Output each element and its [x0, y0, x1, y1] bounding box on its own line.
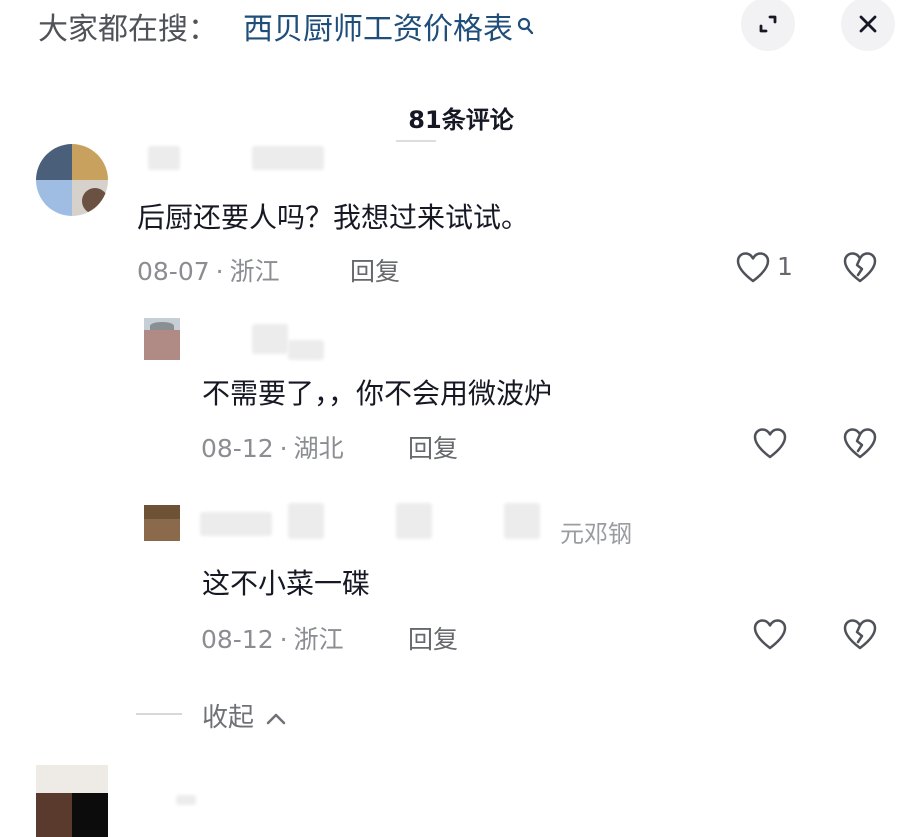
collapse-replies-button[interactable]: 收起 — [202, 697, 288, 734]
reply-location: 浙江 — [293, 625, 344, 654]
heart-icon — [753, 619, 787, 650]
heart-icon — [753, 428, 787, 459]
chevron-up-icon — [267, 713, 286, 724]
username-redacted[interactable] — [252, 324, 288, 354]
like-count: 1 — [777, 252, 793, 281]
heart-icon — [736, 252, 770, 283]
like-button[interactable] — [752, 617, 788, 653]
reply-to-username[interactable]: 元邓钢 — [560, 514, 632, 549]
reply-location: 湖北 — [293, 434, 344, 463]
username-redacted[interactable] — [148, 146, 180, 170]
reply-button[interactable]: 回复 — [350, 252, 400, 288]
trending-search-term[interactable]: 西贝厨师工资价格表 — [243, 4, 534, 48]
meta-separator: · — [279, 434, 288, 463]
reply-button[interactable]: 回复 — [408, 429, 458, 465]
expand-icon — [759, 15, 777, 33]
username-redacted[interactable] — [200, 512, 272, 536]
like-button[interactable]: 1 — [735, 250, 799, 286]
avatar[interactable] — [36, 765, 108, 837]
divider — [136, 713, 182, 715]
reply-date: 08-12 — [201, 625, 274, 654]
expand-button[interactable] — [741, 0, 795, 51]
search-icon[interactable] — [517, 10, 534, 35]
username-redacted — [504, 503, 540, 539]
username-redacted — [396, 503, 432, 539]
broken-heart-icon — [843, 619, 877, 650]
divider — [396, 140, 436, 142]
avatar[interactable] — [36, 144, 108, 216]
trending-search-prefix: 大家都在搜： — [38, 12, 218, 47]
trending-search-term-text[interactable]: 西贝厨师工资价格表 — [243, 12, 513, 47]
dislike-button[interactable] — [842, 617, 878, 653]
username-redacted — [252, 146, 324, 170]
username-redacted[interactable] — [176, 795, 196, 805]
username-redacted — [288, 503, 324, 539]
close-icon — [859, 15, 877, 33]
reply-date: 08-12 — [201, 434, 274, 463]
comment-text: 后厨还要人吗？我想过来试试。 — [137, 201, 530, 234]
reply-meta: 08-12 · 湖北 — [201, 429, 344, 465]
close-button[interactable] — [841, 0, 895, 51]
meta-separator: · — [279, 625, 288, 654]
comment-date: 08-07 — [137, 257, 210, 286]
broken-heart-icon — [843, 428, 877, 459]
collapse-label: 收起 — [202, 703, 255, 733]
reply-button[interactable]: 回复 — [408, 620, 458, 656]
broken-heart-icon — [843, 252, 877, 283]
reply-meta: 08-12 · 浙江 — [201, 620, 344, 656]
comment-meta: 08-07 · 浙江 — [137, 252, 280, 288]
dislike-button[interactable] — [842, 250, 878, 286]
reply-text: 不需要了，，你不会用微波炉 — [202, 377, 553, 410]
reply-text: 这不小菜一碟 — [202, 567, 371, 600]
like-button[interactable] — [752, 426, 788, 462]
avatar[interactable] — [144, 505, 180, 541]
dislike-button[interactable] — [842, 426, 878, 462]
username-redacted — [288, 340, 324, 360]
meta-separator: · — [215, 257, 224, 286]
comment-count-title: 81条评论 — [408, 106, 514, 134]
avatar[interactable] — [144, 318, 180, 360]
comment-location: 浙江 — [229, 257, 280, 286]
